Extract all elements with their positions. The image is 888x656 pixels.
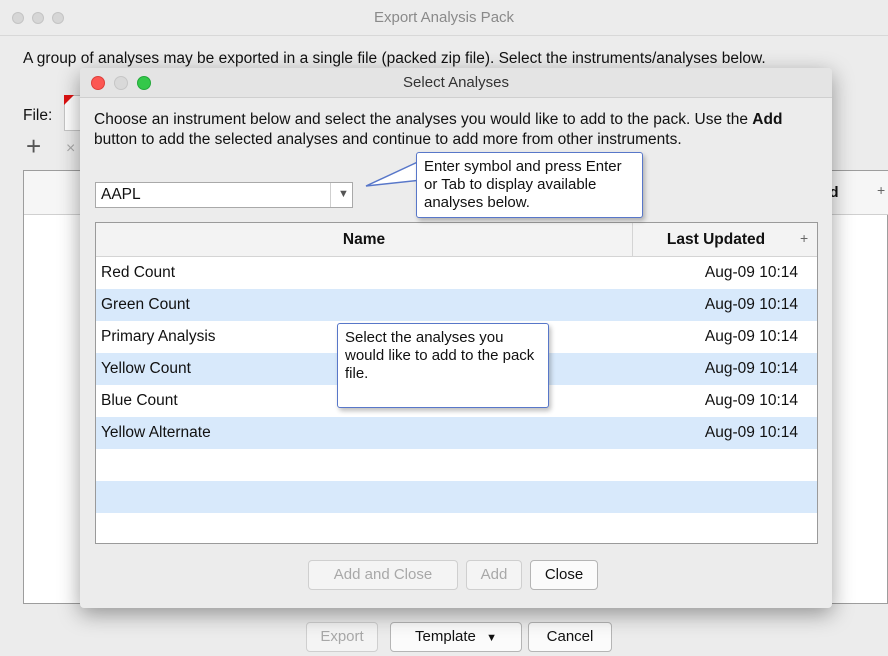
row-name: Red Count [101, 264, 176, 281]
select-hint-callout: Select the analyses you would like to ad… [337, 323, 549, 408]
outer-description: A group of analyses may be exported in a… [23, 50, 766, 67]
file-label: File: [23, 107, 53, 124]
add-and-close-button[interactable]: Add and Close [308, 560, 458, 590]
symbol-hint-callout: Enter symbol and press Enter or Tab to d… [416, 152, 643, 218]
empty-row [96, 481, 817, 513]
row-last-updated: Aug-09 10:14 [704, 264, 798, 281]
row-last-updated: Aug-09 10:14 [704, 360, 798, 377]
desc-text-2: button to add the selected analyses and … [94, 131, 682, 148]
col-last-updated-header[interactable]: Last Updated [636, 231, 796, 249]
header-divider [632, 223, 633, 257]
outer-title-bar: Export Analysis Pack [0, 0, 888, 36]
row-name: Green Count [101, 296, 190, 313]
export-button[interactable]: Export [306, 622, 378, 652]
outer-window-title: Export Analysis Pack [373, 9, 515, 26]
row-name: Yellow Count [101, 360, 191, 377]
desc-text-1: Choose an instrument below and select th… [94, 111, 753, 128]
analyses-table-header: Name Last Updated + [96, 223, 817, 257]
col-name-header[interactable]: Name [96, 231, 632, 249]
row-name: Blue Count [101, 392, 178, 409]
dialog-title-bar: Select Analyses [80, 68, 832, 98]
cancel-button[interactable]: Cancel [528, 622, 612, 652]
desc-add-bold: Add [752, 111, 783, 128]
row-last-updated: Aug-09 10:14 [704, 328, 798, 345]
symbol-input[interactable]: AAPL [101, 186, 141, 204]
dialog-description: Choose an instrument below and select th… [94, 110, 824, 150]
outer-col-add-icon[interactable]: + [877, 182, 885, 198]
empty-row [96, 449, 817, 481]
add-icon[interactable]: + [26, 133, 41, 159]
table-row[interactable]: Green Count Aug-09 10:14 [96, 289, 817, 321]
row-name: Yellow Alternate [101, 424, 211, 441]
row-name: Primary Analysis [101, 328, 216, 345]
col-add-icon[interactable]: + [800, 230, 808, 246]
row-last-updated: Aug-09 10:14 [704, 392, 798, 409]
dialog-title: Select Analyses [403, 74, 509, 91]
row-last-updated: Aug-09 10:14 [704, 424, 798, 441]
file-error-flag [64, 95, 74, 105]
symbol-combobox[interactable]: AAPL ▼ [95, 182, 353, 208]
close-button[interactable]: Close [530, 560, 598, 590]
remove-icon[interactable]: × [66, 140, 75, 158]
dropdown-chevron-icon[interactable]: ▼ [338, 188, 349, 200]
table-row[interactable]: Yellow Alternate Aug-09 10:14 [96, 417, 817, 449]
template-label: Template [415, 628, 476, 645]
table-row[interactable]: Red Count Aug-09 10:14 [96, 257, 817, 289]
dropdown-arrow-icon: ▼ [486, 632, 497, 644]
template-button[interactable]: Template ▼ [390, 622, 522, 652]
callout-pointer [365, 158, 423, 187]
combo-divider [330, 183, 331, 207]
row-last-updated: Aug-09 10:14 [704, 296, 798, 313]
add-button[interactable]: Add [466, 560, 522, 590]
